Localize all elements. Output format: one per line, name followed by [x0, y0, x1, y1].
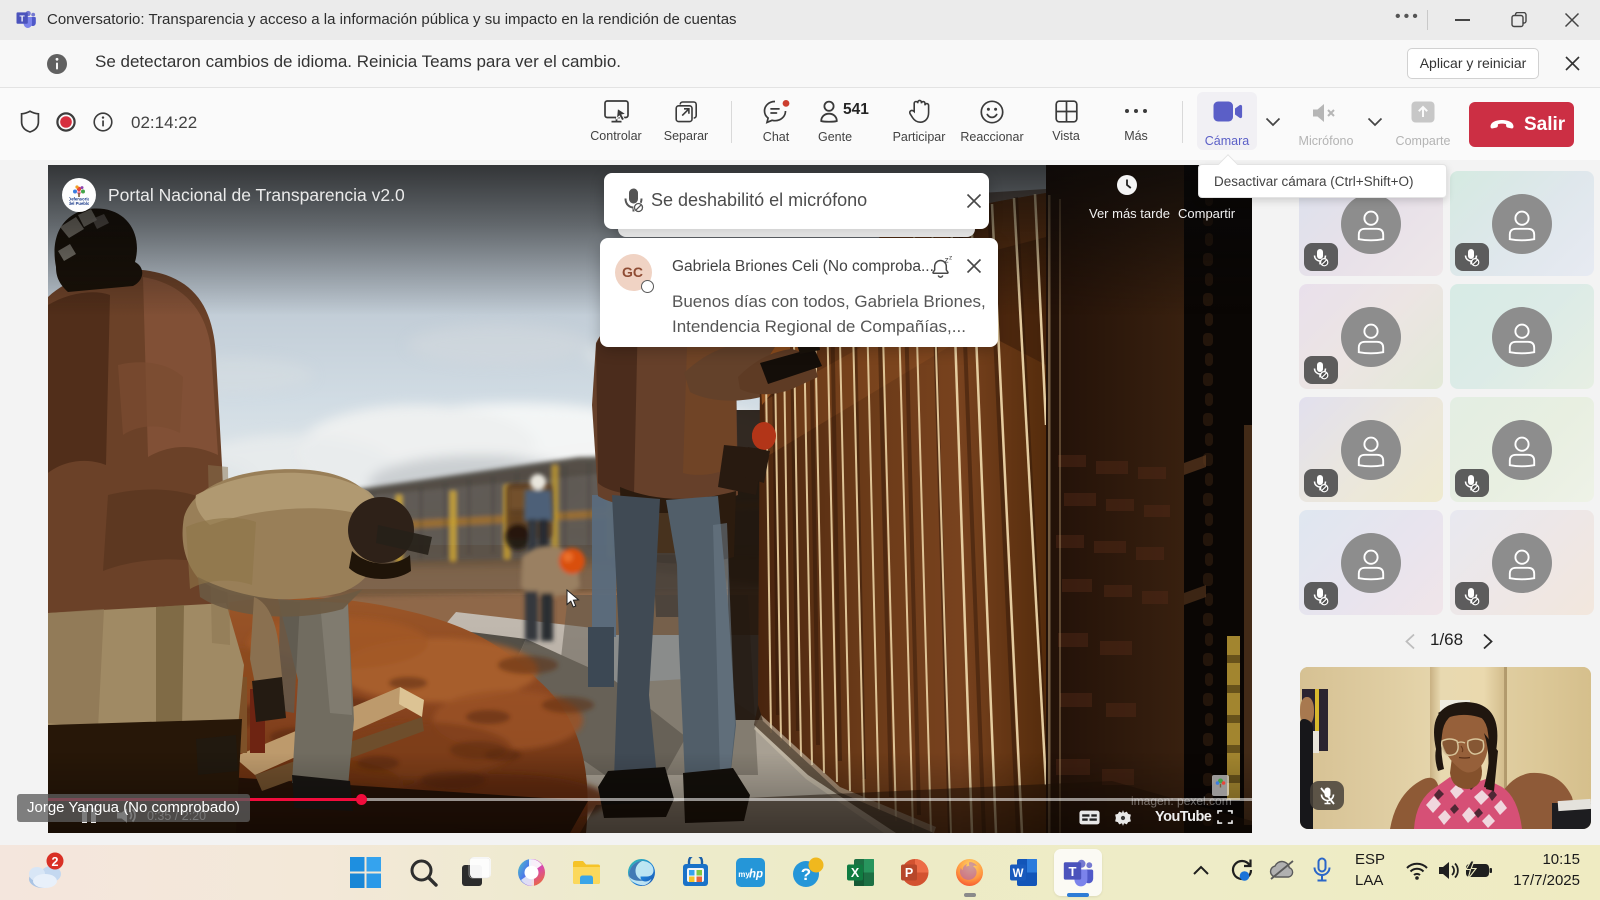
svg-text:T: T: [1069, 864, 1077, 879]
svg-text:541: 541: [843, 101, 869, 118]
svg-text:W: W: [1013, 868, 1024, 880]
svg-text:z: z: [949, 255, 952, 262]
svg-text:T: T: [19, 13, 25, 23]
svg-text:X: X: [851, 866, 860, 880]
svg-text:2: 2: [52, 855, 59, 869]
svg-text:del Pueblo: del Pueblo: [69, 201, 89, 206]
svg-text:P: P: [905, 866, 913, 880]
svg-text:hp: hp: [749, 869, 763, 881]
